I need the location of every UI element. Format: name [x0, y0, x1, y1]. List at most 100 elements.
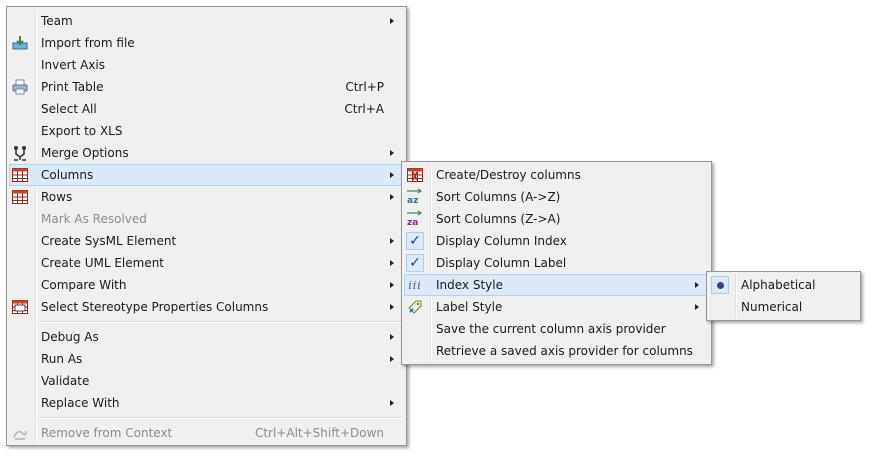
menu-item-label: Mark As Resolved: [41, 212, 147, 226]
submenu-arrow-icon: [390, 334, 394, 340]
menu-item-remove-from-context: Remove from Context Ctrl+Alt+Shift+Down: [9, 422, 404, 444]
checkbox-checked-icon: ✓: [406, 254, 424, 272]
menu-item-compare-with[interactable]: Compare With: [9, 274, 404, 296]
menu-item-sort-columns-za[interactable]: za Sort Columns (Z->A): [404, 208, 709, 230]
menu-item-label: Create SysML Element: [41, 234, 177, 248]
menu-item-index-style[interactable]: iii Index Style: [404, 274, 709, 296]
index-style-submenu: Alphabetical Numerical: [706, 271, 861, 321]
menu-item-label: Sort Columns (A->Z): [436, 190, 561, 204]
menu-item-label: Columns: [41, 168, 94, 182]
submenu-arrow-icon: [390, 194, 394, 200]
menu-item-label: Display Column Label: [436, 256, 567, 270]
menu-item-create-uml-element[interactable]: Create UML Element: [9, 252, 404, 274]
menu-item-save-column-axis-provider[interactable]: Save the current column axis provider: [404, 318, 709, 340]
menu-item-debug-as[interactable]: Debug As: [9, 326, 404, 348]
menu-item-label: Validate: [41, 374, 90, 388]
menu-item-label: Rows: [41, 190, 73, 204]
menu-item-label: Import from file: [41, 36, 135, 50]
menu-separator: [39, 417, 402, 419]
submenu-arrow-icon: [695, 282, 699, 288]
menu-item-display-column-index[interactable]: ✓ Display Column Index: [404, 230, 709, 252]
menu-item-label: Run As: [41, 352, 83, 366]
stereotype-table-icon: [11, 298, 29, 316]
menu-item-numerical[interactable]: Numerical: [709, 296, 858, 318]
menu-item-label: Save the current column axis provider: [436, 322, 666, 336]
menu-item-label: Sort Columns (Z->A): [436, 212, 561, 226]
menu-item-label: Remove from Context: [41, 426, 173, 440]
context-menu: Team Import from file Invert Axis Print …: [6, 6, 407, 446]
menu-item-print-table[interactable]: Print Table Ctrl+P: [9, 76, 404, 98]
submenu-arrow-icon: [390, 260, 394, 266]
menu-item-label: Select Stereotype Properties Columns: [41, 300, 269, 314]
sort-za-icon: za: [406, 210, 424, 228]
radio-selected-icon: [711, 276, 729, 294]
submenu-arrow-icon: [390, 400, 394, 406]
menu-item-export-to-xls[interactable]: Export to XLS: [9, 120, 404, 142]
menu-item-label: Merge Options: [41, 146, 129, 160]
submenu-arrow-icon: [390, 238, 394, 244]
columns-submenu: Create/Destroy columns az Sort Columns (…: [401, 161, 712, 365]
menu-item-label: Export to XLS: [41, 124, 123, 138]
menu-item-label: Invert Axis: [41, 58, 105, 72]
menu-item-label: Retrieve a saved axis provider for colum…: [436, 344, 693, 358]
submenu-arrow-icon: [390, 356, 394, 362]
menu-item-mark-as-resolved: Mark As Resolved: [9, 208, 404, 230]
menu-item-run-as[interactable]: Run As: [9, 348, 404, 370]
submenu-arrow-icon: [390, 304, 394, 310]
remove-icon: [11, 424, 29, 442]
index-style-icon: iii: [406, 276, 424, 294]
menu-item-label: Compare With: [41, 278, 127, 292]
checkbox-checked-icon: ✓: [406, 232, 424, 250]
menu-item-label: Team: [41, 14, 73, 28]
menu-item-label: Label Style: [436, 300, 503, 314]
menu-item-retrieve-axis-provider[interactable]: Retrieve a saved axis provider for colum…: [404, 340, 709, 362]
submenu-arrow-icon: [390, 282, 394, 288]
menu-item-label: Create UML Element: [41, 256, 165, 270]
menu-item-label: Replace With: [41, 396, 120, 410]
index-style-glyph: iii: [408, 278, 422, 292]
check-glyph: ✓: [409, 233, 421, 249]
create-destroy-columns-icon: [406, 166, 424, 184]
menu-item-sort-columns-az[interactable]: az Sort Columns (A->Z): [404, 186, 709, 208]
menu-item-invert-axis[interactable]: Invert Axis: [9, 54, 404, 76]
menu-item-create-destroy-columns[interactable]: Create/Destroy columns: [404, 164, 709, 186]
menu-item-shortcut: Ctrl+P: [345, 80, 384, 94]
merge-icon: [11, 144, 29, 162]
sort-za-glyph: za: [407, 218, 418, 228]
menu-item-alphabetical[interactable]: Alphabetical: [709, 274, 858, 296]
menu-item-label: Display Column Index: [436, 234, 567, 248]
menu-item-merge-options[interactable]: Merge Options: [9, 142, 404, 164]
menu-item-label: Select All: [41, 102, 97, 116]
menu-item-select-stereotype-properties-columns[interactable]: Select Stereotype Properties Columns: [9, 296, 404, 318]
submenu-arrow-icon: [390, 150, 394, 156]
menu-item-label-style[interactable]: Label Style: [404, 296, 709, 318]
menu-item-import-from-file[interactable]: Import from file: [9, 32, 404, 54]
table-icon: [11, 188, 29, 206]
menu-item-shortcut: Ctrl+Alt+Shift+Down: [254, 426, 384, 440]
sort-az-icon: az: [406, 188, 424, 206]
menu-item-display-column-label[interactable]: ✓ Display Column Label: [404, 252, 709, 274]
menu-item-rows[interactable]: Rows: [9, 186, 404, 208]
menu-item-replace-with[interactable]: Replace With: [9, 392, 404, 414]
table-icon: [11, 166, 29, 184]
menu-item-label: Print Table: [41, 80, 104, 94]
import-icon: [11, 34, 29, 52]
check-glyph: ✓: [409, 255, 421, 271]
menu-item-label: Alphabetical: [741, 278, 816, 292]
menu-item-validate[interactable]: Validate: [9, 370, 404, 392]
printer-icon: [11, 78, 29, 96]
menu-item-team[interactable]: Team: [9, 10, 404, 32]
menu-separator: [39, 321, 402, 323]
menu-item-label: Create/Destroy columns: [436, 168, 581, 182]
menu-item-select-all[interactable]: Select All Ctrl+A: [9, 98, 404, 120]
submenu-arrow-icon: [695, 304, 699, 310]
menu-item-create-sysml-element[interactable]: Create SysML Element: [9, 230, 404, 252]
submenu-arrow-icon: [390, 172, 394, 178]
menu-item-shortcut: Ctrl+A: [344, 102, 384, 116]
menu-item-columns[interactable]: Columns: [9, 164, 404, 186]
menu-item-label: Numerical: [741, 300, 803, 314]
menu-item-label: Debug As: [41, 330, 99, 344]
sort-az-glyph: az: [407, 196, 418, 206]
submenu-arrow-icon: [390, 18, 394, 24]
menu-item-label: Index Style: [436, 278, 503, 292]
